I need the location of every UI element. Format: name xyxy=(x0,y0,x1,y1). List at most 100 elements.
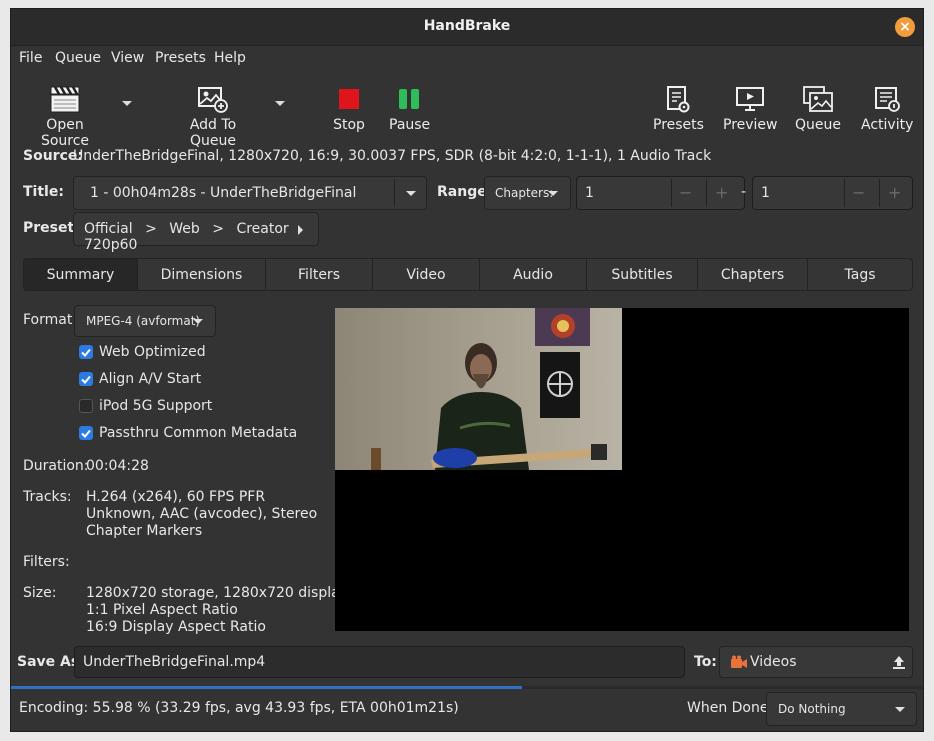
queue-button[interactable]: Queue xyxy=(795,83,841,133)
format-select[interactable]: MPEG-4 (avformat) xyxy=(74,305,216,337)
breadcrumb: Official > Web > Creator 720p60 xyxy=(84,221,318,253)
menu-view[interactable]: View xyxy=(111,50,144,66)
when-done-label: When Done: xyxy=(687,700,774,716)
when-done-select[interactable]: Do Nothing xyxy=(766,692,917,726)
range-end-value: 1 xyxy=(761,185,770,201)
tab-video[interactable]: Video xyxy=(373,259,480,290)
tracks-list: H.264 (x264), 60 FPS PFR Unknown, AAC (a… xyxy=(86,489,317,540)
track-item: Unknown, AAC (avcodec), Stereo xyxy=(86,506,318,522)
range-mode-select[interactable]: Chapters: xyxy=(484,176,571,210)
tab-chapters[interactable]: Chapters xyxy=(698,259,808,290)
tab-filters[interactable]: Filters xyxy=(266,259,373,290)
chevron-down-icon xyxy=(406,191,416,196)
duration-label: Duration: xyxy=(23,458,89,474)
size-label: Size: xyxy=(23,585,57,601)
open-source-button[interactable]: Open Source xyxy=(23,83,107,149)
preview-button[interactable]: Preview xyxy=(723,83,778,133)
preview-monitor-icon xyxy=(723,83,777,113)
preview-label: Preview xyxy=(723,117,778,133)
range-mode-value: Chapters: xyxy=(495,186,554,200)
preset-label: Preset: xyxy=(23,220,80,236)
breadcrumb-item: Official xyxy=(84,221,133,237)
title-label: Title: xyxy=(23,184,64,200)
passthru-metadata-checkbox[interactable]: Passthru Common Metadata xyxy=(79,423,297,443)
open-source-dropdown-caret[interactable] xyxy=(122,101,132,106)
range-start-increment-button[interactable]: + xyxy=(715,183,728,202)
pause-label: Pause xyxy=(389,117,431,133)
presets-label: Presets xyxy=(653,117,704,133)
breadcrumb-separator: > xyxy=(145,221,157,237)
activity-button[interactable]: Activity xyxy=(861,83,913,133)
range-end-decrement-button[interactable]: − xyxy=(852,183,865,202)
video-preview-frame xyxy=(335,308,622,470)
window-title: HandBrake xyxy=(423,18,511,34)
open-source-label: Open Source xyxy=(40,117,90,149)
tab-summary[interactable]: Summary xyxy=(24,259,138,290)
size-line: 16:9 Display Aspect Ratio xyxy=(86,619,266,635)
range-end-increment-button[interactable]: + xyxy=(888,183,901,202)
menu-presets[interactable]: Presets xyxy=(155,50,206,66)
title-select[interactable]: 1 - 00h04m28s - UnderTheBridgeFinal xyxy=(73,176,427,210)
when-done-value: Do Nothing xyxy=(778,702,846,716)
activity-label: Activity xyxy=(861,117,914,133)
preset-breadcrumb-button[interactable]: Official > Web > Creator 720p60 xyxy=(73,212,319,253)
add-to-queue-label: Add To Queue xyxy=(189,117,237,149)
duration-value: 00:04:28 xyxy=(86,458,149,474)
menu-help[interactable]: Help xyxy=(214,50,246,66)
checkbox-checked-icon xyxy=(79,345,93,359)
web-optimized-checkbox[interactable]: Web Optimized xyxy=(79,342,206,362)
size-info: 1280x720 storage, 1280x720 display 1:1 P… xyxy=(86,585,348,636)
range-start-spinner[interactable]: 1 − + xyxy=(576,176,745,210)
tracks-label: Tracks: xyxy=(23,489,72,505)
menu-file[interactable]: File xyxy=(19,50,42,66)
menu-queue[interactable]: Queue xyxy=(55,50,101,66)
tab-audio[interactable]: Audio xyxy=(480,259,587,290)
queue-images-icon xyxy=(795,83,841,113)
chevron-right-icon xyxy=(298,225,303,235)
breadcrumb-item: Web xyxy=(169,221,200,237)
ipod-5g-support-checkbox[interactable]: iPod 5G Support xyxy=(79,396,212,416)
pause-button[interactable]: Pause xyxy=(389,83,431,133)
checkbox-checked-icon xyxy=(79,372,93,386)
encoding-status-text: Encoding: 55.98 % (33.29 fps, avg 43.93 … xyxy=(19,700,459,716)
source-info: UnderTheBridgeFinal, 1280x720, 16:9, 30.… xyxy=(73,148,712,164)
tab-subtitles[interactable]: Subtitles xyxy=(587,259,698,290)
stop-button[interactable]: Stop xyxy=(329,83,369,133)
add-to-queue-dropdown-caret[interactable] xyxy=(275,101,285,106)
track-item: H.264 (x264), 60 FPS PFR xyxy=(86,489,266,505)
add-to-queue-button[interactable]: Add To Queue xyxy=(166,83,260,149)
track-item: Chapter Markers xyxy=(86,523,203,539)
encode-progress-bar xyxy=(11,686,923,689)
save-as-input[interactable]: UnderTheBridgeFinal.mp4 xyxy=(74,646,685,678)
close-window-button[interactable]: × xyxy=(895,17,915,37)
size-line: 1:1 Pixel Aspect Ratio xyxy=(86,602,238,618)
title-select-value: 1 - 00h04m28s - UnderTheBridgeFinal xyxy=(90,185,357,201)
destination-folder-button[interactable]: Videos xyxy=(719,646,913,678)
stop-label: Stop xyxy=(333,117,365,133)
camera-folder-icon xyxy=(730,655,748,673)
size-line: 1280x720 storage, 1280x720 display xyxy=(86,585,348,601)
menu-bar: File Queue View Presets Help xyxy=(11,45,923,71)
align-av-start-checkbox[interactable]: Align A/V Start xyxy=(79,369,201,389)
activity-log-icon xyxy=(861,83,913,113)
title-bar: HandBrake × xyxy=(11,9,923,46)
checkbox-unchecked-icon xyxy=(79,399,93,413)
destination-label: To: xyxy=(694,654,717,670)
chevron-down-icon xyxy=(548,191,558,196)
encode-progress-fill xyxy=(11,686,522,689)
range-start-value: 1 xyxy=(585,185,594,201)
stop-icon xyxy=(329,83,369,113)
checkbox-label: Align A/V Start xyxy=(99,371,202,387)
checkbox-label: iPod 5G Support xyxy=(99,398,213,414)
range-start-decrement-button[interactable]: − xyxy=(679,183,692,202)
add-image-icon xyxy=(166,83,260,113)
tab-dimensions[interactable]: Dimensions xyxy=(138,259,266,290)
destination-folder-value: Videos xyxy=(750,654,797,670)
range-dash: - xyxy=(741,184,747,200)
range-end-spinner[interactable]: 1 − + xyxy=(752,176,913,210)
queue-label: Queue xyxy=(795,117,841,133)
presets-button[interactable]: Presets xyxy=(653,83,704,133)
preview-panel[interactable] xyxy=(335,308,909,631)
tab-tags[interactable]: Tags xyxy=(808,259,912,290)
clapperboard-icon xyxy=(23,83,107,113)
